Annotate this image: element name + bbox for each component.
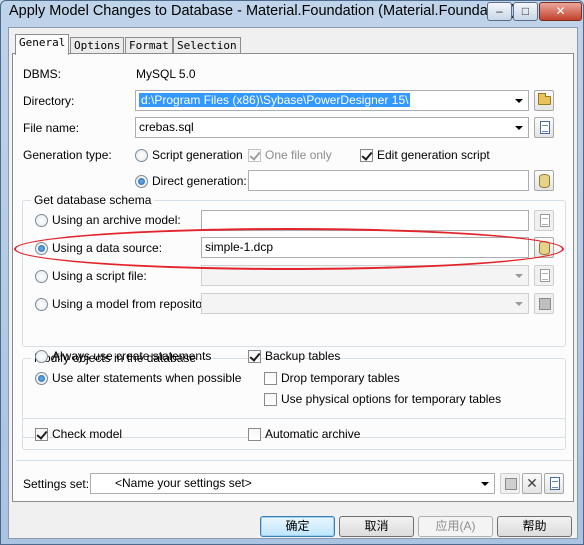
archive-model-label: Using an archive model: [52, 213, 181, 227]
settings-document-icon [550, 477, 560, 490]
browse-directory-button[interactable] [534, 90, 554, 111]
use-alter-radio[interactable] [35, 372, 48, 385]
data-source-browse-button[interactable] [534, 237, 554, 258]
automatic-archive-label: Automatic archive [265, 427, 361, 441]
dialog-window: Apply Model Changes to Database - Materi… [0, 0, 584, 545]
database-schema-legend: Get database schema [31, 193, 155, 207]
database-icon [539, 174, 550, 188]
folder-icon [538, 93, 551, 105]
tab-options[interactable]: Options [70, 37, 125, 54]
document-icon [540, 121, 550, 134]
apply-button[interactable]: 应用(A) [418, 516, 493, 537]
data-source-label: Using a data source: [52, 241, 163, 255]
tab-format[interactable]: Format [125, 37, 173, 54]
directory-combobox[interactable]: d:\Program Files (x86)\Sybase\PowerDesig… [135, 90, 529, 111]
one-file-only-checkbox[interactable] [248, 149, 261, 162]
settings-set-value: <Name your settings set> [115, 476, 252, 490]
use-physical-options-label: Use physical options for temporary table… [281, 392, 502, 406]
script-file-radio[interactable] [35, 270, 48, 283]
archive-model-radio[interactable] [35, 214, 48, 227]
drop-temp-tables-label: Drop temporary tables [281, 371, 400, 385]
settings-set-combobox[interactable]: <Name your settings set> [90, 473, 495, 494]
filename-label: File name: [23, 121, 80, 135]
tab-general[interactable]: General [15, 34, 70, 55]
edit-generation-script-label: Edit generation script [377, 148, 490, 162]
manage-settings-button[interactable] [544, 473, 564, 494]
backup-tables-label: Backup tables [265, 349, 341, 363]
settings-set-label: Settings set: [23, 477, 90, 491]
script-generation-radio[interactable] [135, 149, 148, 162]
check-model-checkbox[interactable] [35, 428, 48, 441]
direct-generation-radio[interactable] [135, 175, 148, 188]
dbms-value: MySQL 5.0 [136, 67, 196, 81]
help-button[interactable]: 帮助 [497, 516, 572, 537]
use-physical-options-checkbox[interactable] [264, 393, 277, 406]
directory-label: Directory: [23, 94, 75, 108]
script-file-combobox[interactable] [201, 265, 529, 286]
repository-browse-button[interactable] [534, 293, 554, 314]
generation-type-label: Generation type: [23, 148, 112, 162]
script-file-label: Using a script file: [52, 269, 147, 283]
directory-value: d:\Program Files (x86)\Sybase\PowerDesig… [139, 93, 411, 107]
script-file-browse-button[interactable] [534, 265, 554, 286]
chevron-down-icon[interactable] [511, 91, 528, 110]
use-alter-label: Use alter statements when possible [52, 371, 242, 385]
connect-datasource-button[interactable] [534, 170, 554, 191]
data-source-radio[interactable] [35, 242, 48, 255]
tab-selection[interactable]: Selection [173, 37, 241, 54]
maximize-button[interactable]: □ [513, 2, 538, 21]
direct-generation-label: Direct generation: [152, 174, 247, 188]
delete-icon: ✕ [526, 475, 538, 491]
edit-file-button[interactable] [534, 117, 554, 138]
ok-button[interactable]: 确定 [260, 516, 335, 537]
chevron-down-icon[interactable] [511, 294, 528, 313]
document-icon [540, 269, 550, 282]
automatic-archive-checkbox[interactable] [248, 428, 261, 441]
always-create-radio[interactable] [35, 350, 48, 363]
delete-settings-button[interactable]: ✕ [522, 473, 542, 494]
script-generation-label: Script generation [152, 148, 243, 162]
always-create-label: Always use create statements [52, 349, 212, 363]
check-model-label: Check model [52, 427, 123, 441]
general-tab-panel: DBMS: MySQL 5.0 Directory: d:\Program Fi… [12, 53, 574, 502]
edit-generation-script-checkbox[interactable] [360, 149, 373, 162]
backup-tables-checkbox[interactable] [248, 350, 261, 363]
repository-model-combobox[interactable] [201, 293, 529, 314]
settings-divider [16, 460, 572, 461]
one-file-only-label: One file only [265, 148, 332, 162]
window-title: Apply Model Changes to Database - Materi… [9, 3, 516, 19]
filename-value: crebas.sql [139, 120, 194, 134]
database-icon [539, 241, 550, 255]
chevron-down-icon[interactable] [477, 474, 494, 493]
drop-temp-tables-checkbox[interactable] [264, 372, 277, 385]
chevron-down-icon[interactable] [511, 118, 528, 137]
archive-browse-button[interactable] [534, 210, 554, 231]
dialog-client-area: General Options Format Selection DBMS: M… [8, 27, 578, 539]
direct-generation-field[interactable] [248, 170, 529, 191]
repository-icon [539, 298, 551, 310]
repository-model-radio[interactable] [35, 298, 48, 311]
dbms-label: DBMS: [23, 67, 62, 81]
document-icon [540, 214, 550, 227]
cancel-button[interactable]: 取消 [339, 516, 414, 537]
filename-combobox[interactable]: crebas.sql [135, 117, 529, 138]
minimize-button[interactable]: – [487, 2, 512, 21]
archive-model-field[interactable] [201, 210, 529, 231]
repository-model-label: Using a model from repository: [52, 297, 216, 311]
chevron-down-icon[interactable] [511, 266, 528, 285]
save-icon [505, 478, 517, 490]
save-settings-button[interactable] [500, 473, 520, 494]
data-source-field[interactable]: simple-1.dcp [201, 237, 529, 258]
title-bar[interactable]: Apply Model Changes to Database - Materi… [1, 1, 584, 27]
close-button[interactable]: ✕ [539, 2, 582, 21]
